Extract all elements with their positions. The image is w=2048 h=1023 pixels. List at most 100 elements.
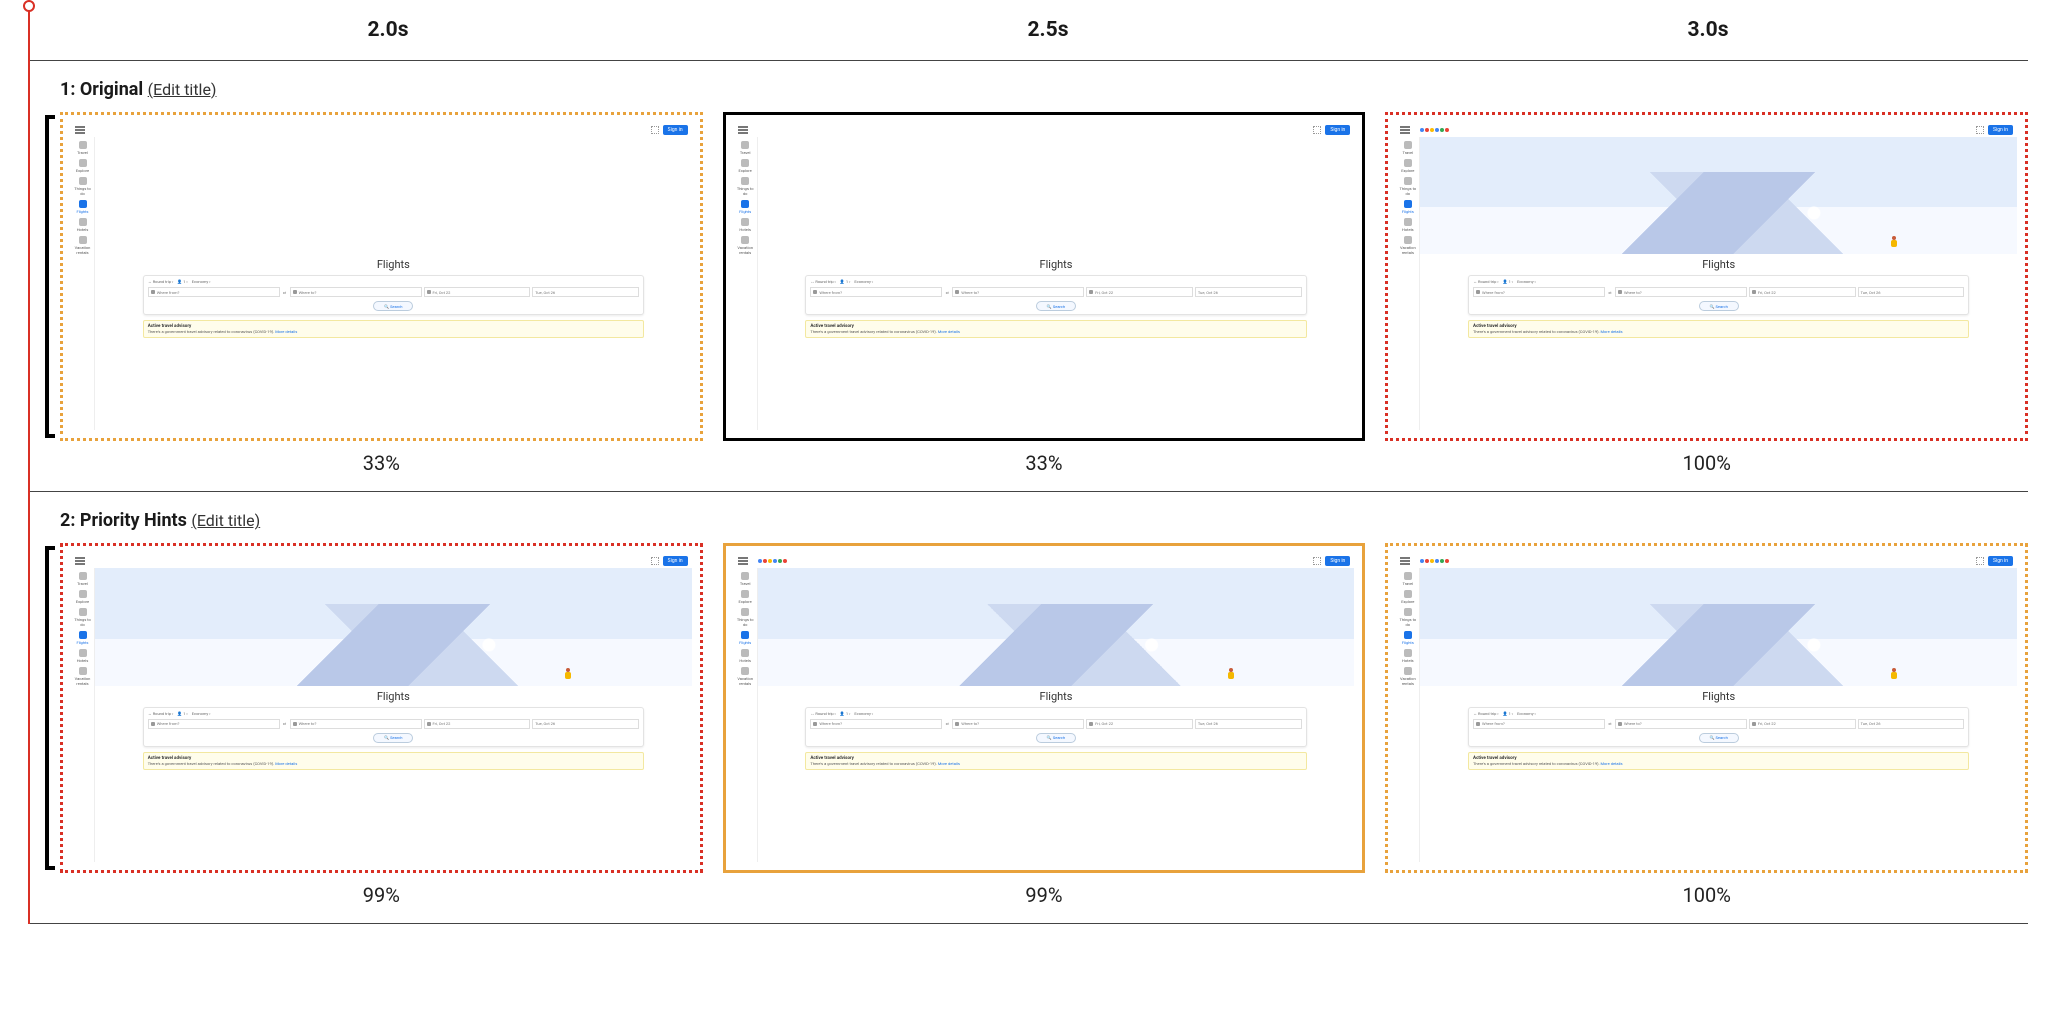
search-chips: ↔ Round trip 👤 1 Economy: [1473, 711, 1964, 716]
date-out-field: Fri, Oct 22: [1749, 287, 1856, 297]
swap-icon: ⇄: [282, 290, 288, 295]
sidebar-item: Travel: [736, 141, 754, 155]
nav-icon: [741, 590, 749, 598]
search-chips: ↔ Round trip 👤 1 Economy: [1473, 279, 1964, 284]
hero-image: [758, 568, 1355, 685]
search-chips: ↔ Round trip 👤 1 Economy: [810, 279, 1301, 284]
advisory-banner: Active travel advisory There's a governm…: [1468, 320, 1969, 338]
from-field: Where from?: [148, 719, 280, 729]
sidebar-item: Travel: [1399, 572, 1417, 586]
search-fields: Where from? ⇄ Where to? Fri, Oct 22 Tue,…: [1473, 719, 1964, 729]
trip-type-chip: ↔ Round trip: [1473, 279, 1499, 284]
visual-progress-percent: 100%: [1682, 451, 1730, 475]
sidebar-item: Explore: [736, 159, 754, 173]
pax-chip: 👤 1: [1503, 279, 1513, 284]
sidebar-item: Things to do: [1399, 177, 1417, 196]
class-chip: Economy: [192, 711, 211, 716]
search-card: ↔ Round trip 👤 1 Economy Where from? ⇄ W…: [1468, 707, 1969, 747]
section-title: 2: Priority Hints (Edit title): [60, 510, 2028, 531]
mini-sidebar: TravelExploreThings to doFlightsHotelsVa…: [1396, 137, 1420, 430]
search-fields: Where from? ⇄ Where to? Fri, Oct 22 Tue,…: [810, 287, 1301, 297]
sidebar-item: Explore: [736, 590, 754, 604]
date-back-field: Tue, Oct 26: [1858, 719, 1965, 729]
sidebar-item: Hotels: [74, 218, 92, 232]
hamburger-icon: [75, 557, 85, 565]
sign-in-button: Sign in: [1988, 556, 2013, 566]
visual-progress-percent: 100%: [1682, 883, 1730, 907]
nav-icon: [1404, 608, 1412, 616]
filmstrip-frame[interactable]: Sign in TravelExploreThings to doFlights…: [60, 543, 703, 872]
nav-icon: [1404, 572, 1412, 580]
visual-progress-percent: 33%: [363, 451, 400, 475]
edit-title-link[interactable]: (Edit title): [191, 511, 260, 530]
sidebar-item: Things to do: [736, 177, 754, 196]
sign-in-button: Sign in: [663, 556, 688, 566]
time-header: 2.0s 2.5s 3.0s: [28, 0, 2028, 61]
nav-icon: [1404, 159, 1412, 167]
hamburger-icon: [75, 126, 85, 134]
page-title: Flights: [1420, 254, 2017, 275]
nav-icon: [79, 667, 87, 675]
mini-sidebar: TravelExploreThings to doFlightsHotelsVa…: [71, 137, 95, 430]
nav-icon: [79, 159, 87, 167]
sidebar-item: Explore: [74, 590, 92, 604]
search-button: 🔍 Search: [1036, 733, 1076, 743]
filmstrip-frame[interactable]: Sign in TravelExploreThings to doFlights…: [723, 543, 1366, 872]
mini-topbar: Sign in: [1396, 123, 2017, 137]
pax-chip: 👤 1: [840, 279, 850, 284]
nav-icon: [741, 649, 749, 657]
class-chip: Economy: [1517, 279, 1536, 284]
nav-icon: [741, 200, 749, 208]
sidebar-item: Flights: [1399, 631, 1417, 645]
filmstrip-frame[interactable]: Sign in TravelExploreThings to doFlights…: [1385, 543, 2028, 872]
filmstrip-frame[interactable]: Sign in TravelExploreThings to doFlights…: [60, 112, 703, 441]
mini-sidebar: TravelExploreThings to doFlightsHotelsVa…: [1396, 568, 1420, 861]
date-out-field: Fri, Oct 22: [1086, 719, 1193, 729]
search-fields: Where from? ⇄ Where to? Fri, Oct 22 Tue,…: [810, 719, 1301, 729]
nav-icon: [741, 218, 749, 226]
sidebar-item: Hotels: [1399, 218, 1417, 232]
filmstrip-frame[interactable]: Sign in Travel Explore Things to do Flights…: [723, 112, 1366, 441]
timeline-line: [28, 8, 30, 924]
apps-icon: [1976, 557, 1984, 565]
from-field: Where from?: [148, 287, 280, 297]
search-card: ↔ Round trip 👤 1 Economy Where from? ⇄ W…: [143, 275, 644, 315]
nav-icon: [741, 608, 749, 616]
filmstrip-cell: Sign in TravelExploreThings to doFlights…: [60, 543, 703, 922]
nav-icon: [1404, 141, 1412, 149]
sidebar-item: Things to do: [736, 608, 754, 627]
filmstrip-frame[interactable]: Sign in TravelExploreThings to doFlights…: [1385, 112, 2028, 441]
apps-icon: [651, 557, 659, 565]
trip-type-chip: ↔ Round trip: [810, 711, 836, 716]
filmstrip-row: Sign in TravelExploreThings to doFlights…: [60, 543, 2028, 922]
nav-icon: [741, 159, 749, 167]
page-title: Flights: [758, 254, 1355, 275]
nav-icon: [79, 200, 87, 208]
from-field: Where from?: [1473, 287, 1605, 297]
filmstrip-cell: Sign in TravelExploreThings to doFlights…: [1385, 543, 2028, 922]
to-field: Where to?: [1615, 719, 1747, 729]
search-fields: Where from? ⇄ Where to? Fri, Oct 22 Tue,…: [1473, 287, 1964, 297]
nav-icon: [1404, 631, 1412, 639]
sidebar-item: Vacation rentals: [74, 236, 92, 255]
section-title: 1: Original (Edit title): [60, 79, 2028, 100]
edit-title-link[interactable]: (Edit title): [148, 80, 217, 99]
sidebar-item: Things to do: [1399, 608, 1417, 627]
date-out-field: Fri, Oct 22: [424, 719, 531, 729]
mini-sidebar: TravelExploreThings to doFlightsHotelsVa…: [71, 568, 95, 861]
date-back-field: Tue, Oct 26: [1858, 287, 1965, 297]
class-chip: Economy: [854, 279, 873, 284]
sign-in-button: Sign in: [1325, 125, 1350, 135]
hero-image: [95, 137, 692, 254]
trip-type-chip: ↔ Round trip: [148, 279, 174, 284]
date-back-field: Tue, Oct 26: [532, 719, 639, 729]
sidebar-item: Flights: [1399, 200, 1417, 214]
trip-type-chip: ↔ Round trip: [148, 711, 174, 716]
sidebar-item: Things to do: [74, 177, 92, 196]
mini-topbar: Sign in: [71, 554, 692, 568]
nav-icon: [79, 572, 87, 580]
sidebar-item: Hotels: [736, 218, 754, 232]
sidebar-item: Vacation rentals: [1399, 236, 1417, 255]
mini-screenshot: Sign in TravelExploreThings to doFlights…: [71, 554, 692, 861]
visual-progress-percent: 33%: [1025, 451, 1062, 475]
